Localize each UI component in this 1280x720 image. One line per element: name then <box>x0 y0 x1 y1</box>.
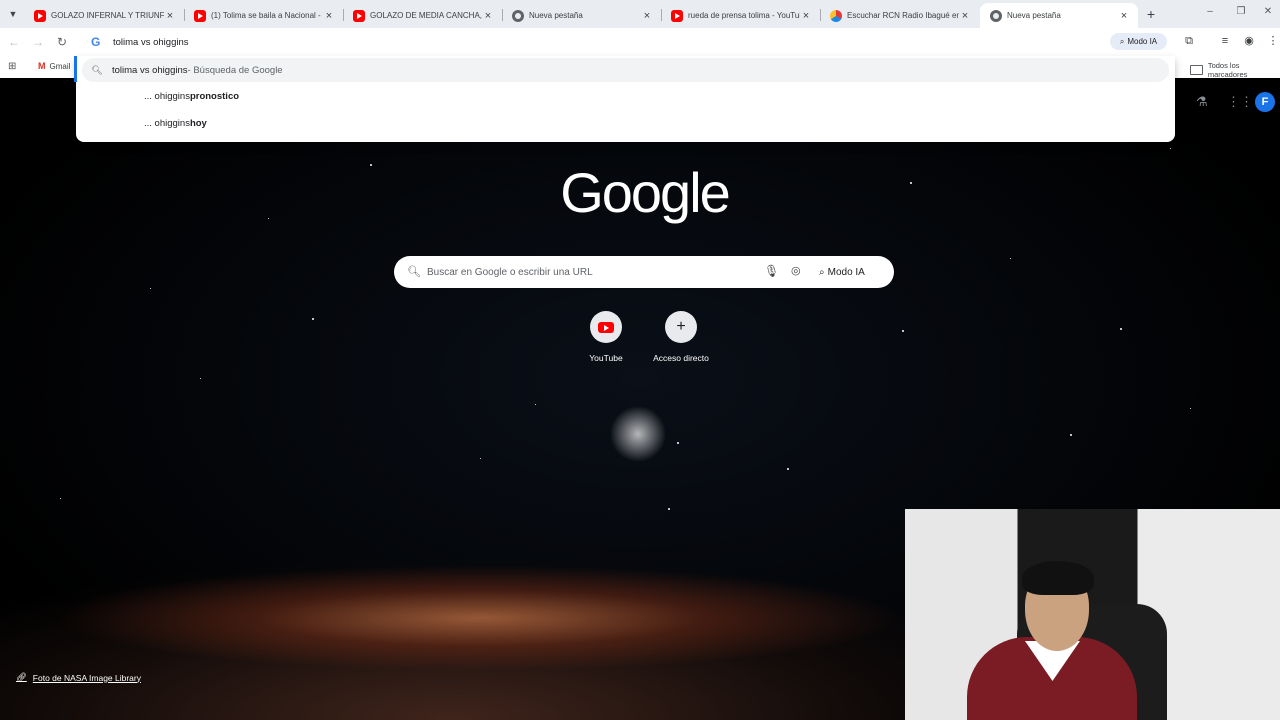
suggestion-completion: pronostico <box>189 90 240 102</box>
suggestion-prefix: ... ohiggins <box>144 90 190 102</box>
youtube-icon <box>34 9 46 22</box>
maximize-icon[interactable]: ❐ <box>1231 6 1251 17</box>
tab-title: Nueva pestaña <box>1007 11 1061 20</box>
tab-title: (1) Tolima se baila a Nacional - Yo <box>211 11 323 20</box>
window-close-icon[interactable]: ✕ <box>1258 6 1278 17</box>
tab-strip: ▼ GOLAZO INFERNAL Y TRIUNFAZO × (1) Toli… <box>0 0 1280 28</box>
youtube-icon <box>353 9 365 22</box>
tab-title: GOLAZO INFERNAL Y TRIUNFAZO <box>51 11 164 20</box>
shortcut-youtube[interactable]: YouTube <box>566 311 646 363</box>
minimize-icon[interactable]: – <box>1200 6 1220 17</box>
gmail-icon: M <box>38 61 46 71</box>
shortcut-tile: + <box>665 311 697 343</box>
tab-close-icon[interactable]: × <box>800 10 812 22</box>
tab-nueva-pestana-active[interactable]: Nueva pestaña × <box>980 3 1138 28</box>
ntp-modo-ia-button[interactable]: ⌕ Modo IA <box>819 262 881 282</box>
suggestion-prefix: ... ohiggins <box>144 117 190 129</box>
microphone-icon[interactable]: 🎙︎ <box>764 264 779 278</box>
google-lens-icon[interactable]: ◎ <box>791 264 801 277</box>
shortcut-add[interactable]: + Acceso directo <box>641 311 721 363</box>
labs-flask-icon[interactable]: ⚗ <box>1196 94 1208 110</box>
tab-title: GOLAZO DE MEDIA CANCHA, DO <box>370 11 482 20</box>
omnibox-input[interactable] <box>113 34 513 50</box>
tab-golazo-infernal[interactable]: GOLAZO INFERNAL Y TRIUNFAZO × <box>24 3 184 28</box>
tab-title: Nueva pestaña <box>529 11 583 20</box>
all-bookmarks-label: Todos los marcadores <box>1207 61 1248 79</box>
youtube-icon <box>194 9 206 22</box>
google-g-icon: G <box>91 35 101 49</box>
tab-title: rueda de prensa tolima - YouTube <box>688 11 800 20</box>
tab-golazo-media-cancha[interactable]: GOLAZO DE MEDIA CANCHA, DO × <box>343 3 502 28</box>
search-icon: 🔍︎ <box>91 64 103 75</box>
back-arrow-icon[interactable]: ← <box>6 34 22 50</box>
photo-credit-link[interactable]: 🔗︎ Foto de NASA Image Library <box>16 672 141 683</box>
suggestion-search[interactable]: 🔍︎ tolima vs ohiggins - Búsqueda de Goog… <box>82 58 1169 82</box>
rcn-icon <box>830 9 842 22</box>
tab-nueva-pestana-1[interactable]: Nueva pestaña × <box>502 3 661 28</box>
extensions-icon[interactable]: ⧉ <box>1182 34 1196 48</box>
shortcut-label: Acceso directo <box>653 353 709 363</box>
modo-ia-label: Modo IA <box>1127 37 1158 46</box>
ntp-search-box[interactable]: 🔍︎ 🎙︎ ◎ ⌕ Modo IA <box>394 256 894 288</box>
modo-ia-label: Modo IA <box>827 266 865 278</box>
forward-arrow-icon[interactable]: → <box>30 34 46 50</box>
photo-credit-text: Foto de NASA Image Library <box>32 672 141 683</box>
suggestion-item[interactable]: ... ohiggins hoy <box>76 111 207 135</box>
tab-rueda-prensa[interactable]: rueda de prensa tolima - YouTube × <box>661 3 820 28</box>
omnibox[interactable]: G <box>76 28 1175 56</box>
omnibox-suggestions: 🔍︎ tolima vs ohiggins - Búsqueda de Goog… <box>74 56 1175 142</box>
ai-search-icon: ⌕ <box>1119 36 1125 46</box>
profile-icon[interactable]: ◉ <box>1242 34 1256 48</box>
ai-search-icon: ⌕ <box>819 266 825 278</box>
tab-title: Escuchar RCN Radio Ibagué en vi <box>847 11 959 20</box>
bookmark-gmail[interactable]: M Gmail <box>38 61 70 71</box>
tab-close-icon[interactable]: × <box>641 10 653 22</box>
modo-ia-button[interactable]: ⌕ Modo IA <box>1110 33 1167 50</box>
apps-grid-icon[interactable]: ⊞ <box>8 61 16 72</box>
suggestion-item[interactable]: ... ohiggins pronostico <box>76 84 239 108</box>
link-icon: 🔗︎ <box>16 672 27 682</box>
tab-close-icon[interactable]: × <box>959 10 971 22</box>
chrome-icon <box>990 9 1002 22</box>
webcam-overlay <box>905 509 1280 720</box>
youtube-icon <box>671 9 683 22</box>
ntp-search-input[interactable] <box>427 264 747 280</box>
tab-rcn-radio[interactable]: Escuchar RCN Radio Ibagué en vi × <box>820 3 979 28</box>
search-icon: 🔍︎ <box>407 266 421 278</box>
folder-icon <box>1190 65 1203 75</box>
tab-close-icon[interactable]: × <box>482 10 494 22</box>
tab-close-icon[interactable]: × <box>164 10 176 22</box>
shortcut-label: YouTube <box>589 353 623 363</box>
reload-icon[interactable]: ↻ <box>54 34 70 50</box>
plus-icon: + <box>676 318 686 335</box>
suggestion-description: - Búsqueda de Google <box>187 64 283 76</box>
suggestion-completion: hoy <box>189 117 207 129</box>
chrome-icon <box>512 9 524 22</box>
suggestion-query: tolima vs ohiggins <box>112 64 188 76</box>
bookmark-label: Gmail <box>49 61 71 71</box>
tab-close-icon[interactable]: × <box>323 10 335 22</box>
shortcut-tile <box>590 311 622 343</box>
youtube-icon <box>598 321 614 333</box>
menu-dots-icon[interactable]: ⋮ <box>1266 34 1280 48</box>
tab-search-chevron-icon[interactable]: ▼ <box>4 5 22 23</box>
new-tab-plus-icon[interactable]: + <box>1143 6 1159 22</box>
google-logo: Google <box>560 161 731 224</box>
tab-tolima-nacional[interactable]: (1) Tolima se baila a Nacional - Yo × <box>184 3 343 28</box>
webcam-person-hair <box>1022 561 1094 595</box>
all-bookmarks-button[interactable]: Todos los marcadores <box>1190 61 1280 79</box>
account-avatar[interactable]: F <box>1255 92 1275 112</box>
media-controls-icon[interactable]: ≡ <box>1218 34 1232 48</box>
tab-close-icon[interactable]: × <box>1118 10 1130 22</box>
